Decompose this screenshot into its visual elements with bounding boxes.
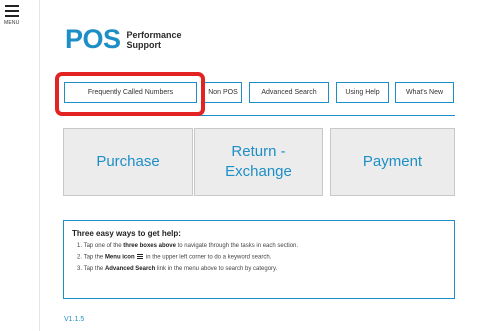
help-step-2: 2. Tap the Menu icon in the upper left c… xyxy=(77,254,272,261)
return-exchange-tile[interactable]: Return - Exchange xyxy=(194,128,323,196)
nav-advanced-search[interactable]: Advanced Search xyxy=(249,82,329,103)
purchase-tile-label: Purchase xyxy=(96,153,160,170)
nav-using-help[interactable]: Using Help xyxy=(336,82,389,103)
nav-whats-new[interactable]: What's New xyxy=(395,82,454,103)
help-title: Three easy ways to get help: xyxy=(72,229,181,238)
return-exchange-tile-label: Return - Exchange xyxy=(225,143,292,180)
version-label: V1.1.5 xyxy=(64,316,85,323)
nav-non-pos[interactable]: Non POS xyxy=(204,82,242,103)
help-step-1: 1. Tap one of the three boxes above to n… xyxy=(77,243,299,249)
app-logo: POS Performance Support xyxy=(65,24,182,55)
logo-brand: POS xyxy=(65,24,121,54)
menu-button[interactable]: MENU xyxy=(4,5,20,26)
payment-tile-label: Payment xyxy=(362,153,423,170)
help-step-3: 3. Tap the Advanced Search link in the m… xyxy=(77,265,278,272)
payment-tile[interactable]: Payment xyxy=(330,128,455,196)
menu-label: MENU xyxy=(4,20,20,26)
menu-icon xyxy=(137,254,144,260)
purchase-tile[interactable]: Purchase xyxy=(63,128,193,196)
logo-subtitle: Performance Support xyxy=(126,29,182,50)
help-box: Three easy ways to get help: 1. Tap one … xyxy=(63,220,455,299)
highlight-box xyxy=(55,72,205,116)
hamburger-menu-icon[interactable] xyxy=(4,5,20,17)
